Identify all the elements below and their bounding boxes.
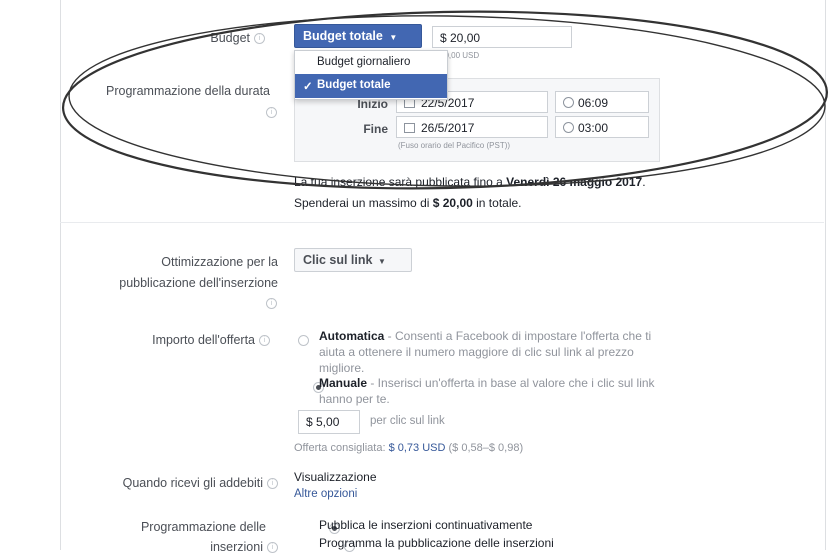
charges-label: Quando ricevi gli addebiti i: [60, 476, 278, 490]
info-icon[interactable]: i: [266, 295, 277, 313]
bid-amount-input[interactable]: $ 5,00: [298, 410, 360, 434]
delivery-continuous-option[interactable]: Pubblica le inserzioni continuativamente: [319, 518, 532, 532]
optimization-dropdown[interactable]: Clic sul link ▼: [294, 248, 412, 272]
section-divider: [60, 222, 824, 223]
info-icon[interactable]: i: [267, 542, 278, 554]
bid-automatic-radio[interactable]: [298, 335, 309, 346]
info-icon[interactable]: i: [259, 335, 270, 347]
delivery-label-line2: inserzioni i: [60, 540, 278, 554]
suggested-bid: Offerta consigliata: $ 0,73 USD ($ 0,58–…: [294, 442, 524, 454]
bid-label: Importo dell'offerta i: [100, 333, 270, 347]
charges-value: Visualizzazione: [294, 470, 377, 484]
ellipse-inner: [68, 15, 826, 187]
info-icon[interactable]: i: [267, 478, 278, 490]
highlight-ellipse-annotation: [61, 10, 829, 190]
caret-down-icon: ▼: [377, 257, 386, 266]
more-options-link[interactable]: Altre opzioni: [294, 488, 357, 500]
ellipse-outer: [61, 10, 829, 190]
bid-per-unit: per clic sul link: [370, 415, 445, 427]
bid-automatic-option[interactable]: Automatica - Consenti a Facebook di impo…: [319, 328, 769, 376]
bid-manual-option[interactable]: Manuale - Inserisci un'offerta in base a…: [319, 375, 779, 407]
delivery-scheduled-option[interactable]: Programma la pubblicazione delle inserzi…: [319, 536, 554, 550]
delivery-label-line1: Programmazione delle: [140, 520, 266, 534]
optimization-label-line2: pubblicazione dell'inserzione: [119, 276, 278, 290]
optimization-label-line1: Ottimizzazione per la: [161, 255, 278, 269]
